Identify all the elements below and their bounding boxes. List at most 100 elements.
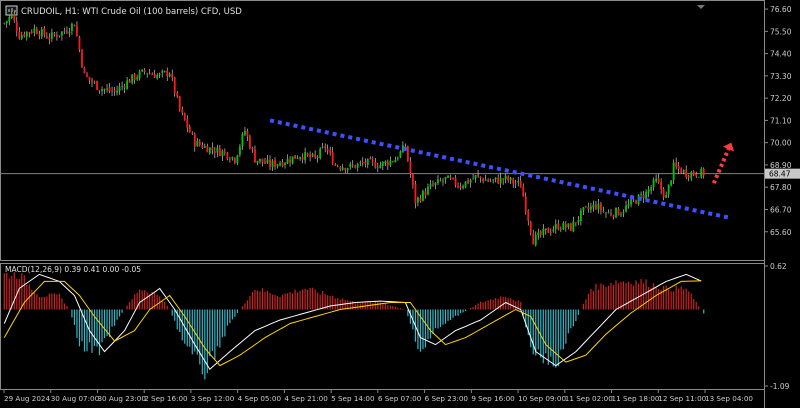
candle-bear — [3, 23, 6, 24]
candle-bear — [549, 232, 552, 233]
candle-bull — [562, 222, 565, 230]
candle-bull — [655, 178, 658, 182]
candle-bull — [319, 148, 322, 159]
price-tick-label: 70.00 — [770, 139, 792, 148]
time-tick-label: 30 Aug 07:00 — [51, 394, 100, 403]
candle-bear — [702, 168, 705, 176]
candle-bull — [208, 147, 211, 154]
candle-bear — [371, 159, 374, 162]
candle-bear — [527, 210, 530, 221]
candle-bull — [321, 146, 324, 148]
candle-bear — [98, 90, 101, 92]
candle-bear — [386, 161, 389, 166]
candle-bear — [600, 203, 602, 211]
candle-bull — [399, 151, 402, 158]
candle-bear — [226, 152, 229, 159]
candle-bull — [138, 71, 141, 79]
candle-bear — [529, 221, 532, 233]
candle-bear — [657, 178, 660, 183]
time-tick-label: 30 Aug 23:00 — [97, 394, 146, 403]
price-tick-label: 72.20 — [770, 94, 792, 103]
candle-bull — [231, 157, 234, 159]
candle-bull — [40, 29, 43, 37]
candle-bull — [216, 147, 219, 153]
candle-bear — [306, 153, 309, 155]
candle-bear — [587, 207, 590, 209]
candle-bear — [178, 96, 181, 110]
candle-bull — [10, 13, 13, 19]
candle-bear — [314, 154, 317, 158]
candle-bear — [45, 35, 48, 39]
candle-bear — [43, 28, 46, 36]
arrow-shaft — [711, 148, 731, 184]
candle-bear — [146, 73, 149, 75]
candle-bull — [168, 73, 171, 77]
candle-bear — [354, 165, 357, 168]
candle-bear — [76, 25, 78, 37]
candle-bear — [331, 152, 334, 165]
candle-bear — [88, 76, 91, 81]
candle-bull — [667, 184, 670, 195]
candle-bear — [211, 147, 214, 151]
candle-bear — [183, 112, 186, 121]
candle-bear — [635, 200, 637, 204]
candle-bull — [427, 187, 429, 195]
candle-bull — [136, 77, 139, 80]
candle-bear — [514, 182, 517, 184]
candle-bull — [389, 160, 392, 166]
candle-bear — [251, 147, 254, 150]
candle-bull — [700, 168, 703, 178]
macd-pane-frame — [0, 263, 765, 390]
candle-bull — [25, 31, 28, 37]
scroll-marker-icon[interactable] — [697, 5, 705, 9]
candle-bull — [156, 74, 159, 79]
candle-bear — [695, 173, 698, 177]
candle-bear — [532, 233, 535, 245]
candle-bear — [176, 92, 179, 97]
candle-bull — [236, 155, 239, 164]
candle-bull — [597, 203, 600, 210]
time-tick-label: 13 Sep 04:00 — [705, 394, 753, 403]
trendline[interactable] — [269, 118, 730, 220]
candle-bull — [534, 234, 537, 246]
candle-bull — [286, 158, 289, 164]
candle-bull — [121, 85, 123, 87]
candle-bear — [564, 224, 567, 228]
candle-bear — [35, 29, 38, 34]
candle-bear — [133, 73, 136, 81]
candle-bear — [374, 162, 377, 168]
candle-bull — [567, 223, 570, 227]
candle-bear — [153, 74, 156, 78]
candle-bear — [234, 157, 236, 163]
candle-bear — [289, 159, 291, 163]
price-tick-label: 67.80 — [770, 183, 792, 192]
time-tick-label: 12 Sep 11:00 — [658, 394, 706, 403]
candle-bull — [356, 163, 359, 168]
candle-bull — [650, 187, 652, 191]
candle-bull — [379, 165, 382, 168]
candle-bear — [81, 49, 83, 67]
time-tick-label: 11 Sep 18:00 — [612, 394, 660, 403]
time-tick-label: 3 Sep 12:00 — [191, 394, 235, 403]
candle-bull — [126, 80, 129, 89]
candle-bear — [301, 156, 304, 160]
candle-bear — [73, 24, 76, 27]
price-tick-label: 76.60 — [770, 5, 792, 14]
candle-bear — [697, 176, 700, 178]
candle-bull — [101, 89, 103, 92]
candle-bull — [118, 86, 121, 91]
candle-bear — [522, 186, 525, 197]
candle-bear — [329, 150, 332, 153]
candle-bear — [173, 77, 176, 94]
candle-bull — [504, 175, 507, 180]
candle-bull — [630, 199, 632, 205]
time-tick-label: 4 Sep 05:00 — [238, 394, 282, 403]
candle-bear — [228, 159, 231, 161]
candle-bear — [28, 32, 31, 34]
candle-bull — [442, 180, 444, 182]
candle-bear — [66, 31, 68, 33]
candle-bull — [161, 71, 164, 73]
price-tick-label: 66.70 — [770, 205, 792, 214]
candle-bull — [68, 31, 71, 34]
candle-bear — [524, 196, 527, 212]
